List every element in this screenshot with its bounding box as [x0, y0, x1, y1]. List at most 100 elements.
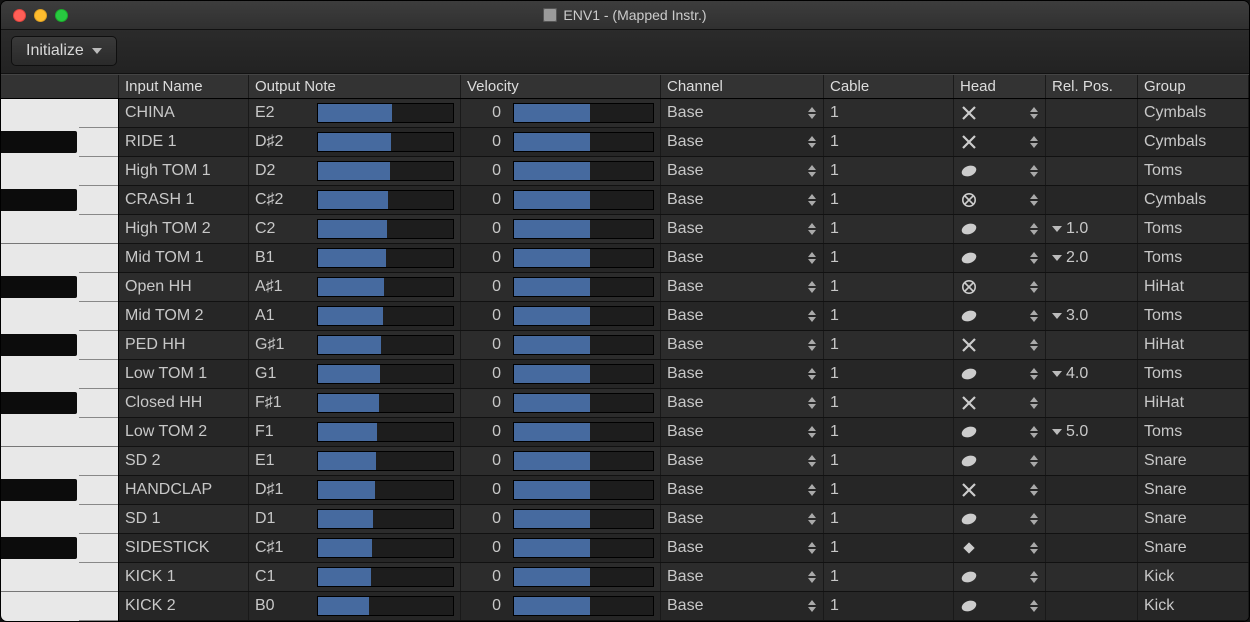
cell-rel-pos[interactable]: 5.0 [1046, 418, 1138, 446]
stepper-icon[interactable] [1030, 366, 1039, 382]
cell-velocity[interactable]: 0 [461, 447, 661, 475]
stepper-icon[interactable] [1030, 337, 1039, 353]
cell-rel-pos[interactable] [1046, 128, 1138, 156]
velocity-slider[interactable] [513, 306, 654, 326]
stepper-icon[interactable] [1030, 395, 1039, 411]
cell-channel[interactable]: Base [661, 360, 824, 388]
cell-head[interactable] [954, 360, 1046, 388]
cell-rel-pos[interactable] [1046, 389, 1138, 417]
cell-head[interactable] [954, 215, 1046, 243]
table-row[interactable]: High TOM 2C20Base11.0Toms [119, 215, 1249, 244]
table-row[interactable]: Open HHA♯10Base1HiHat [119, 273, 1249, 302]
cell-cable[interactable]: 1 [824, 128, 954, 156]
velocity-slider[interactable] [513, 161, 654, 181]
cell-channel[interactable]: Base [661, 592, 824, 620]
cell-velocity[interactable]: 0 [461, 99, 661, 127]
velocity-slider[interactable] [513, 451, 654, 471]
stepper-icon[interactable] [808, 569, 817, 585]
stepper-icon[interactable] [1030, 598, 1039, 614]
table-row[interactable]: High TOM 1D20Base1Toms [119, 157, 1249, 186]
table-row[interactable]: PED HHG♯10Base1HiHat [119, 331, 1249, 360]
cell-input-name[interactable]: CRASH 1 [119, 186, 249, 214]
table-row[interactable]: Low TOM 2F10Base15.0Toms [119, 418, 1249, 447]
cell-channel[interactable]: Base [661, 157, 824, 185]
cell-input-name[interactable]: PED HH [119, 331, 249, 359]
stepper-icon[interactable] [808, 221, 817, 237]
stepper-icon[interactable] [1030, 279, 1039, 295]
output-note-slider[interactable] [317, 335, 454, 355]
cell-output-note[interactable]: E1 [249, 447, 461, 475]
output-note-slider[interactable] [317, 596, 454, 616]
stepper-icon[interactable] [808, 453, 817, 469]
cell-input-name[interactable]: SD 2 [119, 447, 249, 475]
velocity-slider[interactable] [513, 480, 654, 500]
header-piano[interactable] [1, 75, 119, 99]
cell-head[interactable] [954, 186, 1046, 214]
cell-velocity[interactable]: 0 [461, 418, 661, 446]
cell-input-name[interactable]: KICK 2 [119, 592, 249, 620]
stepper-icon[interactable] [1030, 511, 1039, 527]
cell-output-note[interactable]: B0 [249, 592, 461, 620]
cell-cable[interactable]: 1 [824, 418, 954, 446]
cell-channel[interactable]: Base [661, 215, 824, 243]
cell-input-name[interactable]: CHINA [119, 99, 249, 127]
stepper-icon[interactable] [1030, 308, 1039, 324]
cell-group[interactable]: Snare [1138, 476, 1249, 504]
output-note-slider[interactable] [317, 132, 454, 152]
cell-output-note[interactable]: D♯2 [249, 128, 461, 156]
velocity-slider[interactable] [513, 248, 654, 268]
table-row[interactable]: RIDE 1D♯20Base1Cymbals [119, 128, 1249, 157]
stepper-icon[interactable] [1030, 482, 1039, 498]
cell-channel[interactable]: Base [661, 244, 824, 272]
table-row[interactable]: HANDCLAPD♯10Base1Snare [119, 476, 1249, 505]
stepper-icon[interactable] [1030, 569, 1039, 585]
cell-group[interactable]: HiHat [1138, 273, 1249, 301]
cell-group[interactable]: Toms [1138, 302, 1249, 330]
velocity-slider[interactable] [513, 335, 654, 355]
velocity-slider[interactable] [513, 567, 654, 587]
cell-input-name[interactable]: Mid TOM 2 [119, 302, 249, 330]
cell-head[interactable] [954, 592, 1046, 620]
header-output-note[interactable]: Output Note [249, 75, 461, 99]
cell-velocity[interactable]: 0 [461, 128, 661, 156]
stepper-icon[interactable] [1030, 540, 1039, 556]
cell-head[interactable] [954, 302, 1046, 330]
cell-cable[interactable]: 1 [824, 186, 954, 214]
stepper-icon[interactable] [808, 540, 817, 556]
velocity-slider[interactable] [513, 538, 654, 558]
stepper-icon[interactable] [808, 511, 817, 527]
cell-cable[interactable]: 1 [824, 157, 954, 185]
stepper-icon[interactable] [808, 105, 817, 121]
cell-head[interactable] [954, 389, 1046, 417]
cell-output-note[interactable]: G1 [249, 360, 461, 388]
cell-cable[interactable]: 1 [824, 592, 954, 620]
cell-output-note[interactable]: C♯2 [249, 186, 461, 214]
velocity-slider[interactable] [513, 103, 654, 123]
cell-rel-pos[interactable]: 2.0 [1046, 244, 1138, 272]
piano-black-key[interactable] [1, 537, 77, 559]
stepper-icon[interactable] [1030, 163, 1039, 179]
cell-rel-pos[interactable] [1046, 331, 1138, 359]
cell-group[interactable]: Kick [1138, 592, 1249, 620]
cell-velocity[interactable]: 0 [461, 157, 661, 185]
cell-rel-pos[interactable] [1046, 534, 1138, 562]
cell-input-name[interactable]: Low TOM 2 [119, 418, 249, 446]
cell-head[interactable] [954, 157, 1046, 185]
cell-velocity[interactable]: 0 [461, 389, 661, 417]
cell-cable[interactable]: 1 [824, 302, 954, 330]
cell-group[interactable]: Kick [1138, 563, 1249, 591]
output-note-slider[interactable] [317, 393, 454, 413]
cell-group[interactable]: Snare [1138, 505, 1249, 533]
piano-black-key[interactable] [1, 479, 77, 501]
table-row[interactable]: SD 1D10Base1Snare [119, 505, 1249, 534]
output-note-slider[interactable] [317, 190, 454, 210]
cell-channel[interactable]: Base [661, 331, 824, 359]
table-row[interactable]: Mid TOM 2A10Base13.0Toms [119, 302, 1249, 331]
output-note-slider[interactable] [317, 248, 454, 268]
velocity-slider[interactable] [513, 219, 654, 239]
cell-cable[interactable]: 1 [824, 505, 954, 533]
zoom-button[interactable] [55, 9, 68, 22]
cell-cable[interactable]: 1 [824, 563, 954, 591]
stepper-icon[interactable] [808, 192, 817, 208]
close-button[interactable] [13, 9, 26, 22]
